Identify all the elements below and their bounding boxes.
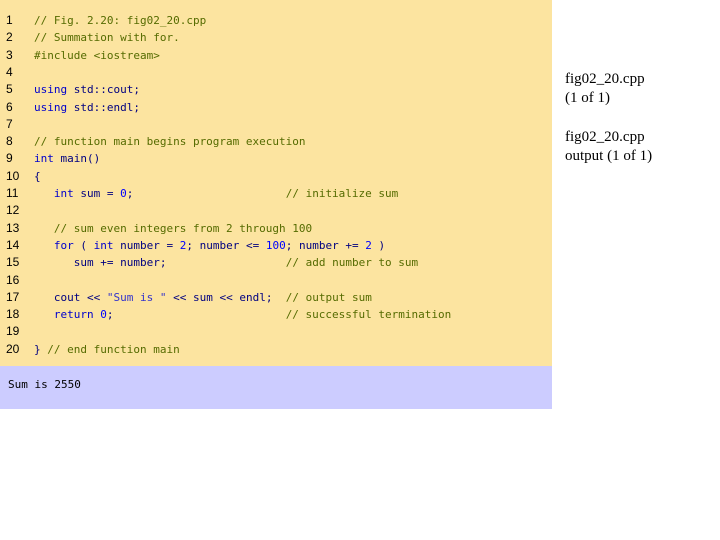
- line-number: 3: [6, 47, 13, 62]
- file-caption: fig02_20.cpp (1 of 1): [565, 70, 645, 108]
- code-text: int main(): [34, 152, 101, 166]
- code-line: 10 {: [0, 168, 552, 185]
- line-number: 16: [6, 272, 20, 287]
- code-line: 12: [0, 202, 552, 219]
- code-text: // Summation with for.: [34, 31, 180, 45]
- line-number: 6: [6, 99, 13, 114]
- output-page-label: output (1 of 1): [565, 148, 653, 164]
- program-output-panel: Sum is 2550: [0, 366, 552, 409]
- line-number: 5: [6, 82, 13, 97]
- code-line: 13 // sum even integers from 2 through 1…: [0, 220, 552, 237]
- code-text: int sum = 0; // initialize sum: [53, 187, 399, 200]
- line-number: 10: [6, 168, 20, 183]
- code-line: 6 using std::endl;: [0, 99, 552, 116]
- code-line: 16: [0, 272, 552, 289]
- code-text: // Fig. 2.20: fig02_20.cpp: [34, 14, 207, 27]
- code-text: using std::cout;: [34, 83, 140, 97]
- line-number: 12: [6, 203, 20, 218]
- code-line: 14 for ( int number = 2; number <= 100; …: [0, 237, 552, 254]
- line-number: 19: [6, 324, 20, 339]
- code-text: // function main begins program executio…: [34, 135, 306, 149]
- line-number: 9: [6, 151, 13, 166]
- code-text: #include <iostream>: [34, 48, 160, 62]
- code-line: 15 sum += number; // add number to sum: [0, 254, 552, 271]
- code-text: for ( int number = 2; number <= 100; num…: [53, 238, 386, 252]
- output-file-label: fig02_20.cpp: [565, 129, 645, 145]
- line-number: 15: [6, 255, 20, 270]
- code-line: 2 // Summation with for.: [0, 29, 552, 46]
- code-text: // sum even integers from 2 through 100: [34, 221, 313, 235]
- line-number: 14: [6, 237, 20, 252]
- code-line: 20 } // end function main: [0, 341, 552, 358]
- line-number: 1: [6, 13, 13, 27]
- file-page-label: (1 of 1): [565, 90, 610, 106]
- line-number: 7: [6, 116, 13, 131]
- code-listing-panel: 1 // Fig. 2.20: fig02_20.cpp 2 // Summation…: [0, 0, 552, 366]
- line-number: 13: [6, 220, 20, 235]
- code-text: using std::endl;: [34, 100, 140, 114]
- code-line: 4: [0, 64, 552, 81]
- program-output-text: Sum is 2550: [8, 378, 81, 391]
- code-text: } // end function main: [34, 342, 180, 356]
- line-number: 17: [6, 289, 20, 304]
- code-line: 18 return 0; // successful termination: [0, 306, 552, 323]
- line-number: 18: [6, 307, 20, 322]
- code-text: cout << "Sum is " << sum << endl; // out…: [53, 290, 372, 304]
- output-caption: fig02_20.cpp output (1 of 1): [565, 128, 652, 166]
- code-line: 8 // function main begins program executi…: [0, 133, 552, 150]
- code-line: 19: [0, 323, 552, 340]
- code-line: 9 int main(): [0, 150, 552, 167]
- file-name-label: fig02_20.cpp: [565, 71, 645, 87]
- code-line: 5 using std::cout;: [0, 81, 552, 98]
- code-text: sum += number; // add number to sum: [73, 256, 419, 270]
- code-text: return 0; // successful termination: [53, 308, 452, 322]
- code-line: 7: [0, 116, 552, 133]
- line-number: 11: [6, 186, 19, 200]
- code-line: 3 #include <iostream>: [0, 47, 552, 64]
- code-line: 11 int sum = 0; // initialize sum: [0, 185, 552, 202]
- line-number: 20: [6, 341, 20, 356]
- code-line: 1 // Fig. 2.20: fig02_20.cpp: [0, 12, 552, 29]
- code-text: {: [34, 169, 41, 183]
- line-number: 8: [6, 134, 13, 149]
- line-number: 4: [6, 64, 13, 79]
- code-line: 17 cout << "Sum is " << sum << endl; // …: [0, 289, 552, 306]
- line-number: 2: [6, 30, 13, 45]
